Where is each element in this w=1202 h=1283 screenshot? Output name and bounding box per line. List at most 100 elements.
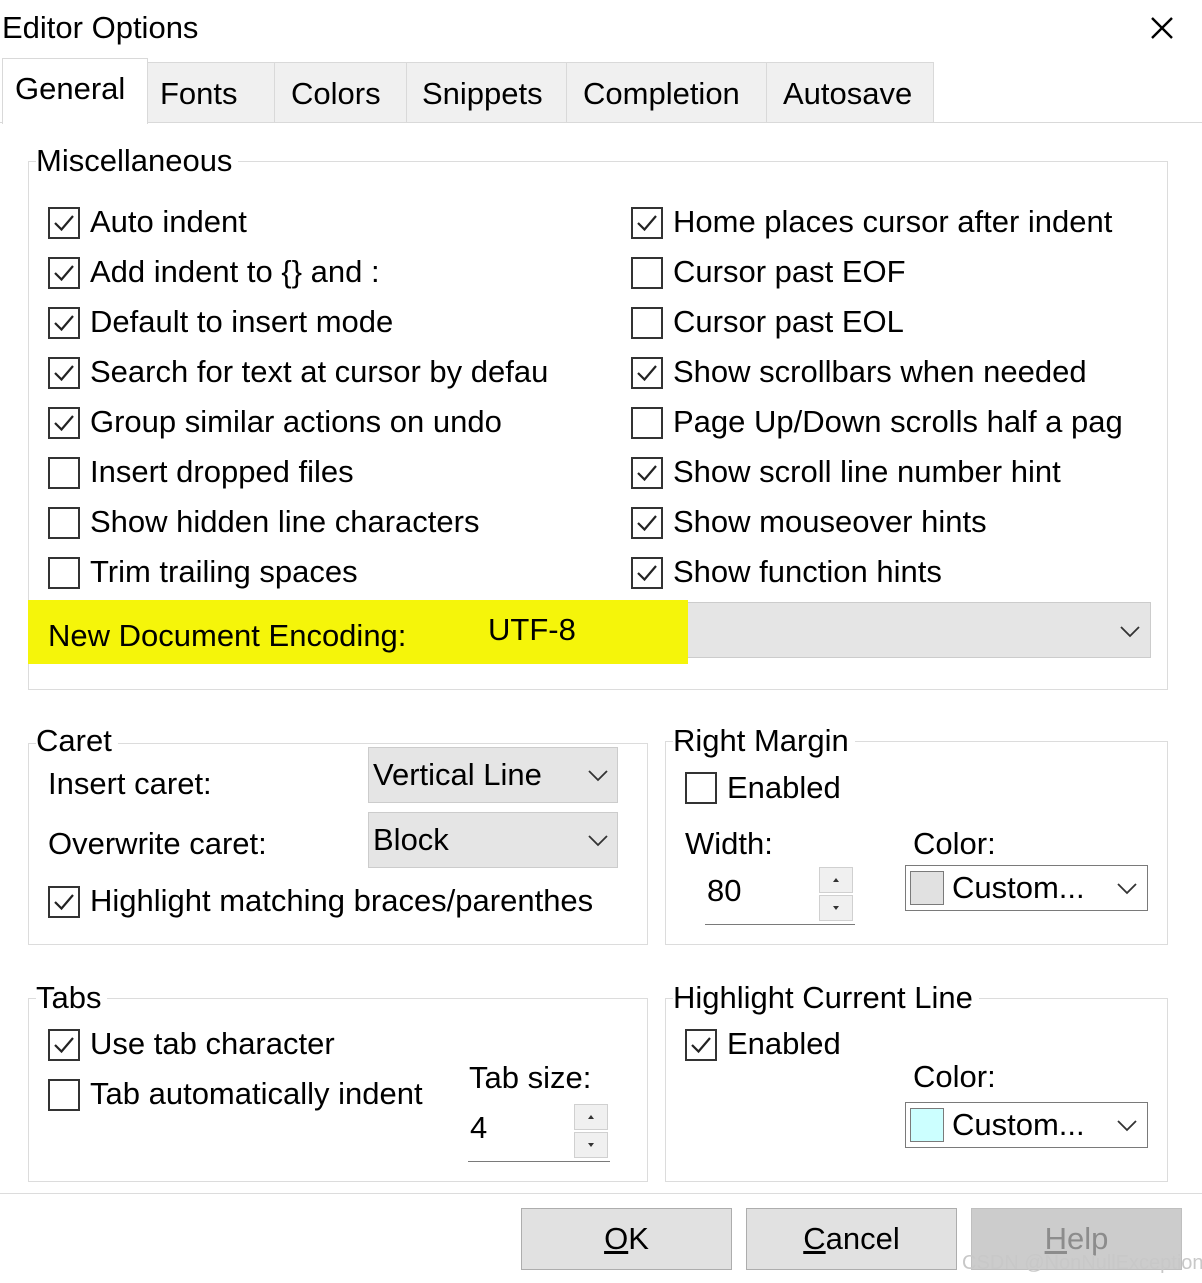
overwrite-caret-select[interactable]: Block bbox=[368, 812, 618, 868]
chevron-down-icon bbox=[588, 770, 608, 782]
arrow-down-icon bbox=[833, 906, 839, 910]
tab-label: Snippets bbox=[422, 76, 543, 111]
default-insert-mode-checkbox[interactable] bbox=[48, 307, 80, 339]
tab-label: Autosave bbox=[783, 76, 913, 111]
tab-fonts[interactable]: Fonts bbox=[147, 62, 275, 122]
scroll-line-hint-checkbox[interactable] bbox=[631, 457, 663, 489]
current-line-color-value: Custom... bbox=[952, 1107, 1085, 1142]
right-margin-color-select[interactable]: Custom... bbox=[905, 865, 1148, 911]
page-scroll-half-label: Page Up/Down scrolls half a pag bbox=[673, 404, 1123, 439]
tab-size-spinner[interactable]: 4 bbox=[468, 1102, 610, 1162]
cancel-label: ancel bbox=[825, 1221, 900, 1256]
chevron-down-icon bbox=[1117, 1120, 1137, 1132]
width-spinner[interactable]: 80 bbox=[705, 865, 855, 925]
tab-auto-indent-checkbox[interactable] bbox=[48, 1079, 80, 1111]
search-text-at-cursor-checkbox[interactable] bbox=[48, 357, 80, 389]
miscellaneous-title: Miscellaneous bbox=[36, 143, 239, 179]
trim-trailing-spaces-checkbox[interactable] bbox=[48, 557, 80, 589]
current-line-enabled-checkbox[interactable] bbox=[685, 1029, 717, 1061]
width-value: 80 bbox=[707, 873, 742, 908]
default-insert-mode-label: Default to insert mode bbox=[90, 304, 394, 339]
mouseover-hints-label: Show mouseover hints bbox=[673, 504, 987, 539]
insert-caret-select[interactable]: Vertical Line bbox=[368, 747, 618, 803]
function-hints-checkbox[interactable] bbox=[631, 557, 663, 589]
overwrite-caret-label: Overwrite caret: bbox=[48, 826, 267, 861]
encoding-label: New Document Encoding: bbox=[48, 618, 407, 653]
chevron-down-icon bbox=[1117, 883, 1137, 895]
auto-indent-label: Auto indent bbox=[90, 204, 247, 239]
arrow-down-icon bbox=[588, 1143, 594, 1147]
width-label: Width: bbox=[685, 826, 773, 861]
right-margin-color-label: Color: bbox=[913, 826, 996, 861]
show-scrollbars-label: Show scrollbars when needed bbox=[673, 354, 1087, 389]
tab-label: Colors bbox=[291, 76, 381, 111]
tab-colors[interactable]: Colors bbox=[274, 62, 407, 122]
tabs-group-title: Tabs bbox=[36, 980, 108, 1016]
group-undo-label: Group similar actions on undo bbox=[90, 404, 502, 439]
arrow-up-icon bbox=[588, 1115, 594, 1119]
cursor-past-eof-checkbox[interactable] bbox=[631, 257, 663, 289]
auto-indent-checkbox[interactable] bbox=[48, 207, 80, 239]
current-line-enabled-label: Enabled bbox=[727, 1026, 841, 1061]
cursor-past-eol-checkbox[interactable] bbox=[631, 307, 663, 339]
tab-general[interactable]: General bbox=[2, 58, 148, 124]
cursor-past-eol-label: Cursor past EOL bbox=[673, 304, 904, 339]
trim-trailing-spaces-label: Trim trailing spaces bbox=[90, 554, 358, 589]
show-hidden-chars-label: Show hidden line characters bbox=[90, 504, 480, 539]
spin-down-button[interactable] bbox=[819, 895, 853, 921]
right-margin-enabled-checkbox[interactable] bbox=[685, 772, 717, 804]
insert-dropped-files-label: Insert dropped files bbox=[90, 454, 354, 489]
watermark: CSDN @NonNullException bbox=[962, 1252, 1202, 1274]
mouseover-hints-checkbox[interactable] bbox=[631, 507, 663, 539]
tab-completion[interactable]: Completion bbox=[566, 62, 767, 122]
scroll-line-hint-label: Show scroll line number hint bbox=[673, 454, 1061, 489]
add-indent-label: Add indent to {} and : bbox=[90, 254, 380, 289]
insert-caret-label: Insert caret: bbox=[48, 766, 212, 801]
right-margin-enabled-label: Enabled bbox=[727, 770, 841, 805]
chevron-down-icon bbox=[588, 835, 608, 847]
search-text-at-cursor-label: Search for text at cursor by defau bbox=[90, 354, 549, 389]
overwrite-caret-value: Block bbox=[373, 822, 449, 857]
highlight-braces-checkbox[interactable] bbox=[48, 886, 80, 918]
current-line-color-label: Color: bbox=[913, 1059, 996, 1094]
spin-up-button[interactable] bbox=[819, 867, 853, 893]
chevron-down-icon bbox=[1120, 626, 1140, 638]
tab-snippets[interactable]: Snippets bbox=[406, 62, 567, 122]
tab-label: General bbox=[15, 71, 126, 106]
encoding-value: UTF-8 bbox=[488, 612, 576, 647]
tab-label: Fonts bbox=[160, 76, 238, 111]
help-label: elp bbox=[1067, 1221, 1109, 1256]
caret-title: Caret bbox=[36, 723, 118, 759]
spin-up-button[interactable] bbox=[574, 1104, 608, 1130]
current-line-color-select[interactable]: Custom... bbox=[905, 1102, 1148, 1148]
home-after-indent-label: Home places cursor after indent bbox=[673, 204, 1113, 239]
ok-accelerator: O bbox=[604, 1221, 629, 1256]
current-line-title: Highlight Current Line bbox=[673, 980, 979, 1016]
footer-divider bbox=[0, 1193, 1202, 1194]
cursor-past-eof-label: Cursor past EOF bbox=[673, 254, 906, 289]
color-swatch bbox=[910, 871, 944, 905]
tab-autosave[interactable]: Autosave bbox=[766, 62, 934, 122]
insert-dropped-files-checkbox[interactable] bbox=[48, 457, 80, 489]
close-icon[interactable] bbox=[1144, 10, 1180, 46]
ok-button[interactable]: OK bbox=[521, 1208, 732, 1270]
spin-down-button[interactable] bbox=[574, 1132, 608, 1158]
help-accelerator: H bbox=[1044, 1221, 1067, 1256]
show-hidden-chars-checkbox[interactable] bbox=[48, 507, 80, 539]
tab-size-label: Tab size: bbox=[469, 1060, 592, 1095]
color-swatch bbox=[910, 1108, 944, 1142]
tab-label: Completion bbox=[583, 76, 740, 111]
arrow-up-icon bbox=[833, 878, 839, 882]
group-undo-checkbox[interactable] bbox=[48, 407, 80, 439]
page-scroll-half-checkbox[interactable] bbox=[631, 407, 663, 439]
right-margin-color-value: Custom... bbox=[952, 870, 1085, 905]
show-scrollbars-checkbox[interactable] bbox=[631, 357, 663, 389]
cancel-accelerator: C bbox=[803, 1221, 826, 1256]
use-tab-character-checkbox[interactable] bbox=[48, 1029, 80, 1061]
home-after-indent-checkbox[interactable] bbox=[631, 207, 663, 239]
window-title: Editor Options bbox=[2, 10, 199, 45]
cancel-button[interactable]: Cancel bbox=[746, 1208, 957, 1270]
add-indent-checkbox[interactable] bbox=[48, 257, 80, 289]
ok-label: K bbox=[628, 1221, 649, 1256]
tab-size-value: 4 bbox=[470, 1110, 488, 1145]
